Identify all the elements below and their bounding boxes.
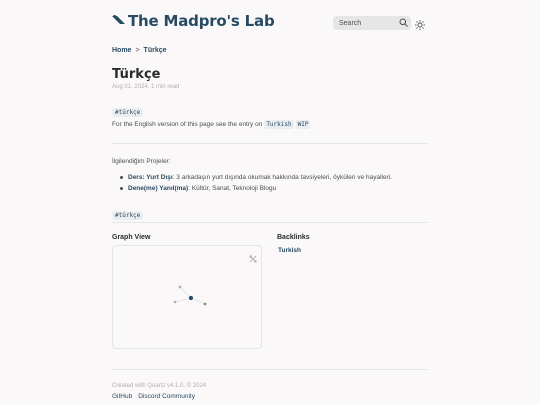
graph-canvas [173, 285, 207, 306]
project-link[interactable]: Ders: Yurt Dışı [128, 174, 173, 181]
breadcrumb: Home > Türkçe [112, 47, 167, 54]
page-meta: Aug 01, 2024, 1 min read [112, 84, 180, 90]
graph-node-current [188, 295, 194, 301]
english-note-text: For the English version of this page see… [112, 121, 263, 128]
projects-label: İlgilendiğim Projeler: [112, 158, 171, 165]
site-title[interactable]: The Madpro's Lab [128, 12, 275, 30]
footer-link-github[interactable]: GitHub [112, 393, 132, 400]
breadcrumb-home[interactable]: Home [112, 47, 131, 54]
site-logo[interactable]: The Madpro's Lab [112, 12, 275, 30]
english-note: For the English version of this page see… [112, 120, 311, 129]
graph-view-heading: Graph View [112, 234, 151, 241]
tag-list: #türkçe [112, 101, 144, 119]
sun-icon[interactable] [415, 17, 425, 30]
backlinks-heading: Backlinks [277, 234, 310, 241]
graph-node [203, 302, 207, 306]
search-icon [399, 18, 408, 29]
project-link[interactable]: Dene(me) Yanıl(ma) [128, 185, 188, 192]
page-title: Türkçe [112, 67, 161, 82]
footer-links: GitHub Discord Community [112, 393, 195, 400]
feather-icon [112, 12, 125, 30]
divider [112, 143, 428, 144]
tag-link[interactable]: #türkçe [112, 211, 144, 220]
list-item: Ders: Yurt Dışı: 3 arkadaşın yurt dışınd… [120, 174, 392, 181]
footer-link-discord[interactable]: Discord Community [138, 393, 195, 400]
search-placeholder: Search [339, 19, 362, 27]
bullet [120, 187, 123, 190]
tag-link[interactable]: #türkçe [112, 108, 144, 117]
graph-node [178, 285, 182, 289]
graph-view[interactable] [112, 245, 262, 349]
divider [112, 369, 428, 370]
bullet [120, 176, 123, 179]
backlinks-list: Turkish [278, 247, 301, 254]
bottom-tag-list: #türkçe [112, 204, 144, 222]
footer-credit: Created with Quartz v4.1.0, © 2024 [112, 383, 207, 389]
english-link[interactable]: Turkish [264, 120, 294, 129]
breadcrumb-current[interactable]: Türkçe [144, 47, 167, 54]
graph-node [173, 300, 177, 304]
breadcrumb-separator: > [135, 47, 140, 54]
project-desc: : 3 arkadaşın yurt dışında okumak hakkın… [172, 174, 392, 181]
backlink-item[interactable]: Turkish [278, 247, 301, 254]
project-desc: : Kültür, Sanat, Teknoloji Blogu [188, 185, 277, 192]
search-bar[interactable]: Search [333, 16, 411, 30]
wip-badge: WIP [295, 120, 311, 129]
project-list: Ders: Yurt Dışı: 3 arkadaşın yurt dışınd… [120, 174, 392, 196]
divider [112, 222, 428, 223]
list-item: Dene(me) Yanıl(ma): Kültür, Sanat, Tekno… [120, 185, 392, 192]
